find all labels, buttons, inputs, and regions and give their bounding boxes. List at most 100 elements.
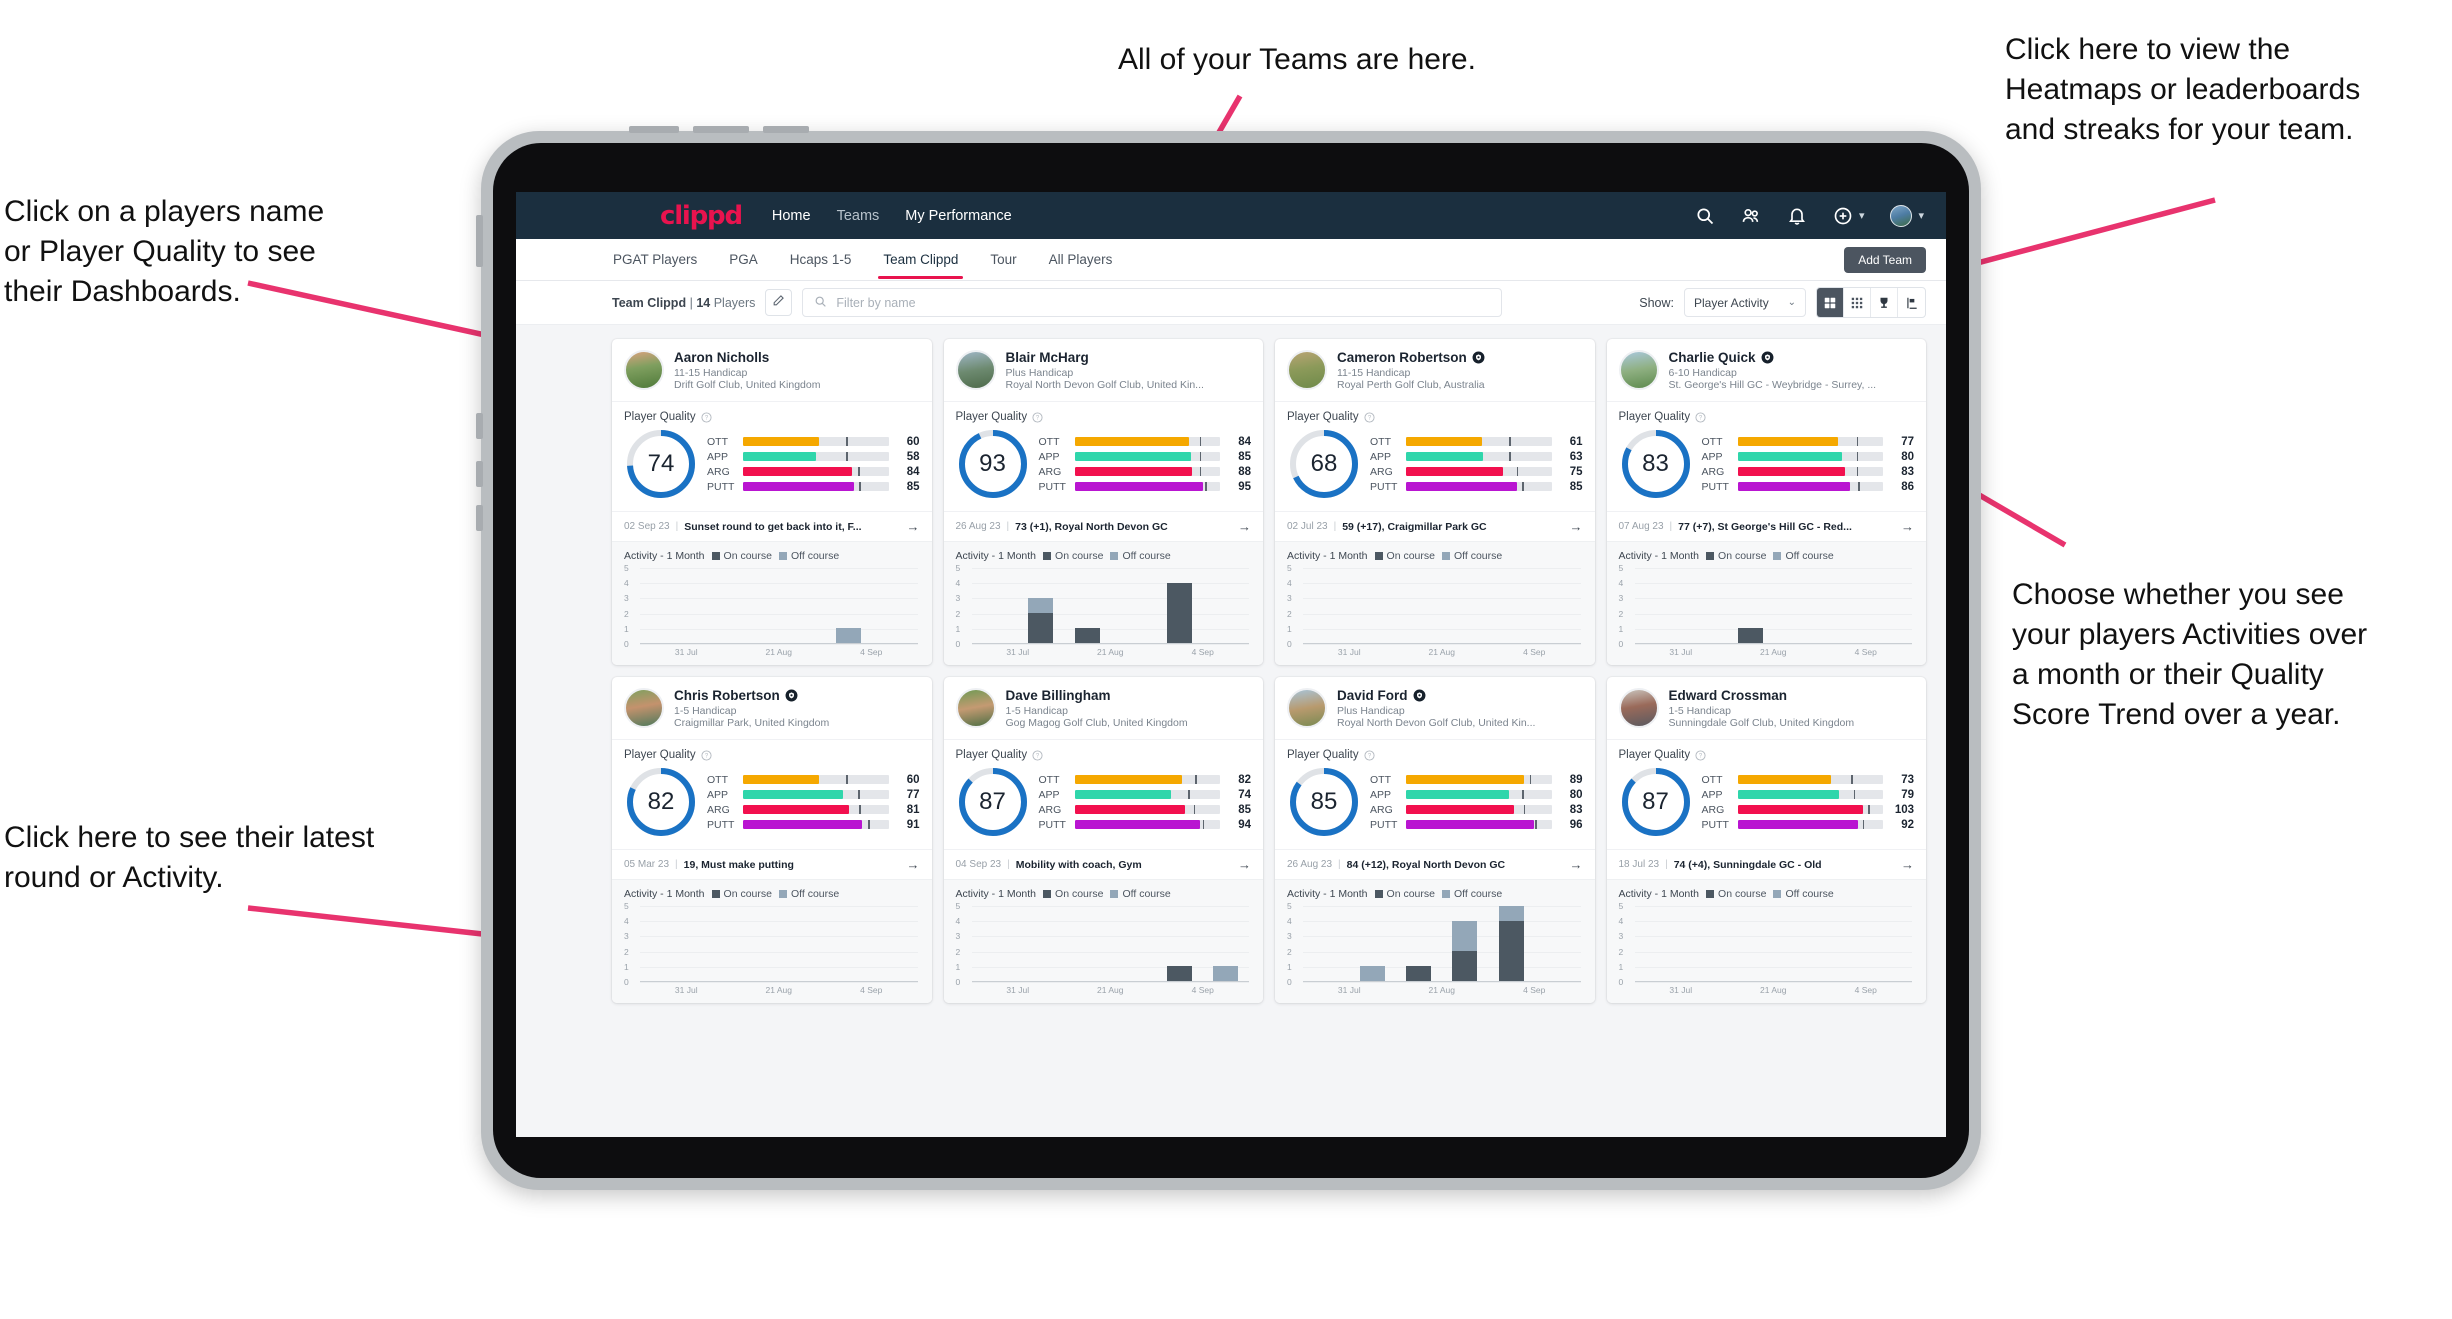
bar-segment-on-course	[1074, 628, 1100, 643]
player-club: Royal North Devon Golf Club, United Kin.…	[1337, 717, 1536, 729]
help-circle-icon[interactable]: ?	[1695, 749, 1706, 761]
tab-tour[interactable]: Tour	[989, 241, 1017, 279]
arrow-right-icon[interactable]: →	[1570, 857, 1583, 872]
trophy-icon[interactable]	[1871, 288, 1898, 317]
player-avatar[interactable]	[1287, 688, 1327, 728]
player-card-header[interactable]: Blair McHarg Plus Handicap Royal North D…	[944, 339, 1264, 401]
player-quality-section[interactable]: Player Quality ? 83 OTT 77 APP 80 ARG 83…	[1606, 401, 1926, 511]
people-icon[interactable]	[1741, 206, 1761, 226]
search-icon[interactable]	[1695, 206, 1715, 226]
player-avatar[interactable]	[955, 688, 996, 728]
arrow-right-icon[interactable]: →	[1901, 857, 1914, 872]
arrow-right-icon[interactable]: →	[907, 519, 920, 534]
latest-round-row[interactable]: 02 Jul 23 | 59 (+17), Craigmillar Park G…	[1275, 511, 1595, 541]
tab-team-clippd[interactable]: Team Clippd	[878, 241, 964, 279]
player-name[interactable]: Dave Billingham	[1006, 688, 1188, 703]
tab-pgat-players[interactable]: PGAT Players	[612, 241, 698, 279]
player-card[interactable]: Blair McHarg Plus Handicap Royal North D…	[943, 339, 1264, 665]
player-avatar[interactable]	[1287, 350, 1327, 390]
latest-round-row[interactable]: 07 Aug 23 | 77 (+7), St George's Hill GC…	[1606, 511, 1926, 541]
player-name[interactable]: Charlie Quick	[1669, 350, 1877, 365]
tab-hcaps-1-5[interactable]: Hcaps 1-5	[789, 241, 853, 279]
arrow-right-icon[interactable]: →	[1238, 857, 1251, 872]
edit-team-button[interactable]	[765, 289, 793, 316]
latest-round-row[interactable]: 04 Sep 23 | Mobility with coach, Gym →	[943, 849, 1263, 879]
player-quality-section[interactable]: Player Quality ? 87 OTT 82 APP 74 ARG 85…	[943, 739, 1263, 849]
player-card[interactable]: Aaron Nicholls 11-15 Handicap Drift Golf…	[612, 339, 932, 665]
player-quality-section[interactable]: Player Quality ? 87 OTT 73 APP 79 ARG 10…	[1606, 739, 1926, 849]
show-select[interactable]: Player Activity ⌄	[1684, 288, 1806, 317]
player-card-header[interactable]: Aaron Nicholls 11-15 Handicap Drift Golf…	[612, 339, 932, 401]
x-tick-label: 31 Jul	[1337, 985, 1361, 995]
player-card[interactable]: David Ford Plus Handicap Royal North Dev…	[1275, 677, 1595, 1003]
nav-link-teams[interactable]: Teams	[837, 208, 880, 224]
arrow-right-icon[interactable]: →	[1238, 519, 1251, 534]
player-card-header[interactable]: David Ford Plus Handicap Royal North Dev…	[1275, 677, 1595, 739]
help-circle-icon[interactable]: ?	[1032, 411, 1043, 423]
latest-round-row[interactable]: 18 Jul 23 | 74 (+4), Sunningdale GC - Ol…	[1606, 849, 1926, 879]
player-card-header[interactable]: Charlie Quick 6-10 Handicap St. George's…	[1607, 339, 1927, 401]
chevron-down-icon-user[interactable]: ▾	[1918, 209, 1924, 222]
player-card[interactable]: Dave Billingham 1-5 Handicap Gog Magog G…	[943, 677, 1264, 1003]
metric-label: OTT	[707, 435, 728, 448]
player-quality-section[interactable]: Player Quality ? 82 OTT 60 APP 77 ARG 81…	[612, 739, 932, 849]
player-card-header[interactable]: Edward Crossman 1-5 Handicap Sunningdale…	[1607, 677, 1927, 739]
search-input[interactable]: Filter by name	[802, 288, 1503, 317]
heatmap-icon[interactable]	[1898, 288, 1925, 317]
dense-grid-icon[interactable]	[1844, 288, 1871, 317]
activity-header: Activity - 1 Month On course Off course	[1287, 888, 1583, 900]
player-card[interactable]: Cameron Robertson 11-15 Handicap Royal P…	[1275, 339, 1595, 665]
latest-round-row[interactable]: 05 Mar 23 | 19, Must make putting →	[612, 849, 932, 879]
latest-round-row[interactable]: 26 Aug 23 | 84 (+12), Royal North Devon …	[1275, 849, 1595, 879]
player-card-header[interactable]: Chris Robertson 1-5 Handicap Craigmillar…	[612, 677, 932, 739]
chevron-down-icon-add[interactable]: ▾	[1859, 209, 1865, 222]
nav-link-home[interactable]: Home	[772, 208, 811, 224]
help-circle-icon[interactable]: ?	[1364, 411, 1375, 423]
player-card-header[interactable]: Cameron Robertson 11-15 Handicap Royal P…	[1275, 339, 1595, 401]
player-card-header[interactable]: Dave Billingham 1-5 Handicap Gog Magog G…	[944, 677, 1264, 739]
clippd-logo[interactable]: clippd	[660, 201, 743, 231]
nav-link-my-performance[interactable]: My Performance	[905, 208, 1011, 224]
player-card[interactable]: Edward Crossman 1-5 Handicap Sunningdale…	[1606, 677, 1927, 1003]
player-card[interactable]: Charlie Quick 6-10 Handicap St. George's…	[1606, 339, 1927, 665]
player-name[interactable]: David Ford	[1337, 688, 1535, 703]
player-name-text: Chris Robertson	[674, 688, 780, 703]
plus-circle-icon[interactable]	[1833, 206, 1853, 226]
player-quality-section[interactable]: Player Quality ? 85 OTT 89 APP 80 ARG 83…	[1275, 739, 1595, 849]
help-circle-icon[interactable]: ?	[701, 749, 712, 761]
grid-line	[971, 982, 1249, 983]
help-circle-icon[interactable]: ?	[1364, 749, 1375, 761]
player-avatar[interactable]	[1618, 350, 1659, 390]
add-menu[interactable]: ▾	[1833, 206, 1865, 226]
player-card[interactable]: Chris Robertson 1-5 Handicap Craigmillar…	[612, 677, 932, 1003]
player-avatar[interactable]	[624, 688, 664, 728]
tab-pga[interactable]: PGA	[728, 241, 759, 279]
tab-all-players[interactable]: All Players	[1048, 241, 1114, 279]
latest-round-row[interactable]: 02 Sep 23 | Sunset round to get back int…	[612, 511, 932, 541]
arrow-right-icon[interactable]: →	[1901, 519, 1914, 534]
arrow-right-icon[interactable]: →	[1570, 519, 1583, 534]
add-team-button[interactable]: Add Team	[1844, 247, 1926, 273]
x-tick-label: 4 Sep	[1523, 985, 1546, 995]
player-avatar[interactable]	[1618, 688, 1659, 728]
help-circle-icon[interactable]: ?	[701, 411, 712, 423]
player-quality-section[interactable]: Player Quality ? 93 OTT 84 APP 85 ARG 88…	[943, 401, 1263, 511]
help-circle-icon[interactable]: ?	[1032, 749, 1043, 761]
player-name[interactable]: Edward Crossman	[1669, 688, 1855, 703]
player-quality-section[interactable]: Player Quality ? 74 OTT 60 APP 58 ARG 84…	[612, 401, 932, 511]
player-avatar[interactable]	[624, 350, 664, 390]
player-name[interactable]: Cameron Robertson	[1337, 350, 1485, 365]
help-circle-icon[interactable]: ?	[1695, 411, 1706, 423]
metric-value: 61	[1569, 435, 1583, 448]
grid-view-icon[interactable]	[1817, 288, 1844, 317]
avatar[interactable]	[1890, 204, 1913, 227]
player-name[interactable]: Aaron Nicholls	[674, 350, 820, 365]
player-name[interactable]: Blair McHarg	[1006, 350, 1204, 365]
player-name[interactable]: Chris Robertson	[674, 688, 829, 703]
arrow-right-icon[interactable]: →	[907, 857, 920, 872]
player-avatar[interactable]	[955, 350, 996, 390]
player-quality-section[interactable]: Player Quality ? 68 OTT 61 APP 63 ARG 75…	[1275, 401, 1595, 511]
bell-icon[interactable]	[1787, 206, 1807, 226]
latest-round-row[interactable]: 26 Aug 23 | 73 (+1), Royal North Devon G…	[943, 511, 1263, 541]
user-menu[interactable]: ▾	[1890, 204, 1924, 227]
